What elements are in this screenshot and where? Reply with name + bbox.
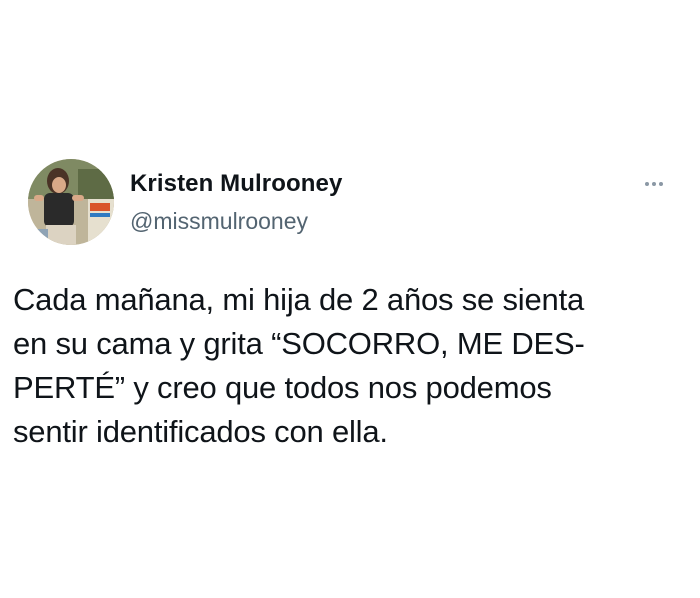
author-handle[interactable]: @missmulrooney [130, 208, 308, 235]
tweet-text-line: sentir identificados con ella. [13, 414, 388, 449]
more-options-button[interactable] [638, 172, 670, 196]
ellipsis-icon [652, 182, 656, 186]
tweet-text-line: PERTÉ” y creo que todos nos podemos [13, 370, 552, 405]
profile-photo-icon [28, 159, 114, 245]
tweet-text-line: en su cama y grita “SOCORRO, ME DES- [13, 326, 585, 361]
tweet-card[interactable]: Kristen Mulrooney @missmulrooney Cada ma… [0, 0, 700, 598]
tweet-text-line: Cada mañana, mi hija de 2 años se sienta [13, 282, 585, 317]
ellipsis-icon [659, 182, 663, 186]
avatar[interactable] [28, 159, 114, 245]
tweet-text: Cada mañana, mi hija de 2 años se sienta… [13, 278, 698, 454]
ellipsis-icon [645, 182, 649, 186]
author-display-name[interactable]: Kristen Mulrooney [130, 170, 342, 198]
